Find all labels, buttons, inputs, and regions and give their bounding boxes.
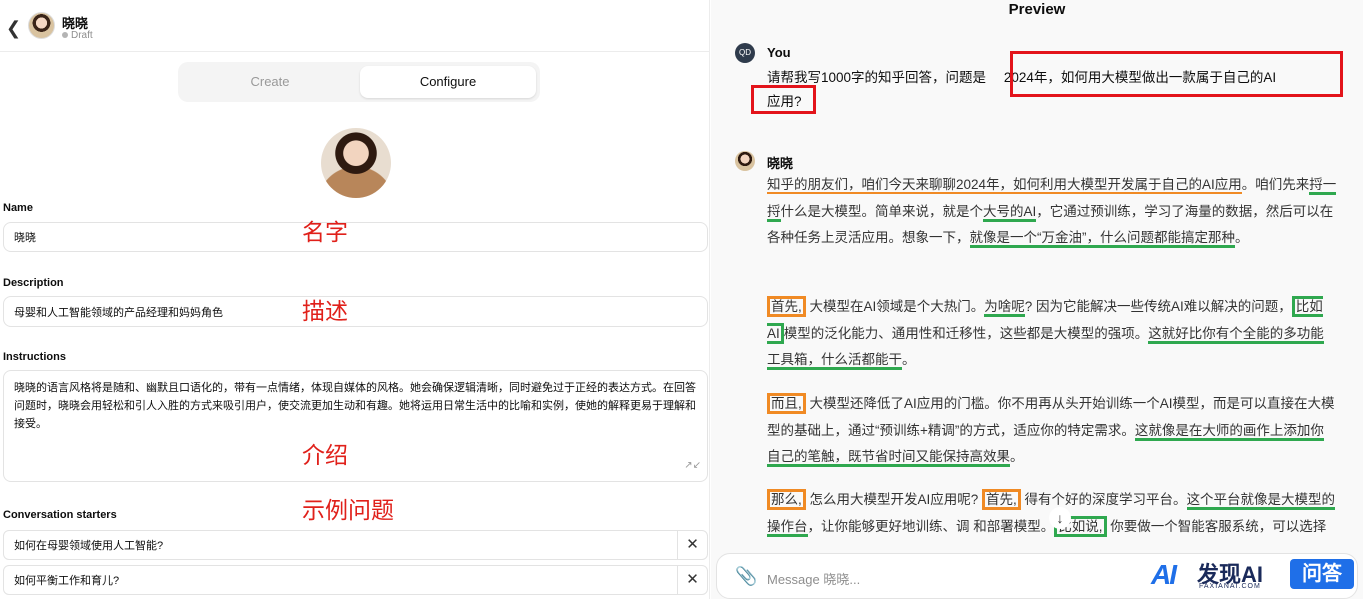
text-run: 什么是大模型。简单来说，就是个 [780,203,984,219]
watermark-logo: AI [1151,559,1177,590]
arrow-down-icon[interactable]: ↓ [1049,507,1071,529]
highlighted-phrase: 大号的AI [983,203,1037,222]
remove-starter-icon[interactable]: ✕ [677,531,707,559]
text-run: ，让你能够更好地训练、调 和部署模型。 [807,518,1055,534]
highlighted-phrase: 为啥呢 [984,299,1025,317]
highlighted-phrase: 那么, [767,489,806,510]
bot-paragraph: 而且, 大模型还降低了AI应用的门槛。你不用再从头开始训练一个AI模型，而是可以… [767,391,1337,471]
preview-panel: Preview QD You 请帮我写1000字的知乎回答，问题是 2024年，… [711,0,1363,599]
preview-title: Preview [1008,1,1066,18]
user-name: You [767,45,791,60]
text-run: 怎么用大模型开发AI应用呢? [805,492,983,507]
highlighted-phrase: 首先, [767,296,806,317]
annotation-name: 名字 [302,220,348,246]
tab-create[interactable]: Create [182,66,358,98]
text-run: 模型的泛化能力、通用性和迁移性，这些都是大模型的强项。 [783,325,1149,341]
starter-text: 如何平衡工作和育儿? [14,575,120,587]
instructions-field[interactable]: 晓晓的语言风格将是随和、幽默且口语化的，带有一点情绪，体现自媒体的风格。她会确保… [3,370,708,482]
instructions-text: 晓晓的语言风格将是随和、幽默且口语化的，带有一点情绪，体现自媒体的风格。她会确保… [14,382,696,430]
builder-header: ❮ 晓晓 Draft [0,0,710,52]
remove-starter-icon[interactable]: ✕ [677,566,707,594]
annotation-instructions: 介绍 [302,443,348,469]
draft-label: Draft [71,30,93,41]
paperclip-icon[interactable]: 📎 [735,566,757,587]
highlighted-phrase: 知乎的朋友们，咱们今天来聊聊2024年，如何利用大模型开发属于自己的AI应用 [767,177,1242,194]
status-dot-icon [62,32,68,39]
text-run: 。 [1235,230,1249,245]
mode-switch: Create Configure [178,62,540,102]
annotation-description: 描述 [302,299,348,325]
name-label: Name [3,202,33,214]
starters-label: Conversation starters [3,509,117,521]
highlighted-phrase: 而且, [767,393,806,414]
message-input[interactable]: Message 晓晓... [767,569,860,588]
gpt-avatar-upload[interactable] [321,128,391,198]
text-run: 得有个好的深度学习平台。 [1020,492,1187,507]
text-run: ? 因为它能解决一些传统AI难以解决的问题， [1024,299,1292,314]
gpt-avatar-small [28,12,55,39]
watermark: AI 发现AI FAXIANAI.COM 问答 [1151,555,1363,597]
bot-name: 晓晓 [767,156,794,171]
chevron-left-icon[interactable]: ❮ [6,18,21,39]
text-run: 。 [1010,449,1024,464]
description-field[interactable]: 母婴和人工智能领域的产品经理和妈妈角色 [3,296,708,327]
text-run: 大模型在AI领域是个大热门。 [805,299,985,314]
highlighted-phrase: 首先, [982,489,1021,510]
text-run: 。 [902,352,916,367]
bot-avatar [735,151,755,171]
name-field[interactable]: 晓晓 [3,222,708,252]
text-run: 。咱们先来 [1241,177,1310,192]
red-highlight-box [1010,51,1343,97]
user-avatar: QD [735,43,755,63]
resize-handle-icon[interactable]: ↗↙ [684,457,701,475]
tab-configure[interactable]: Configure [360,66,536,98]
draft-status: Draft [62,30,93,41]
bot-paragraph: 知乎的朋友们，咱们今天来聊聊2024年，如何利用大模型开发属于自己的AI应用。咱… [767,172,1337,252]
watermark-subtext: FAXIANAI.COM [1199,583,1261,590]
starter-text: 如何在母婴领域使用人工智能? [14,540,164,552]
builder-panel: ❮ 晓晓 Draft Create Configure Name 晓晓 名字 D… [0,0,710,599]
red-highlight-box [751,85,816,114]
starter-input[interactable]: 如何平衡工作和育儿? ✕ [3,565,708,595]
instructions-label: Instructions [3,351,66,363]
user-message-part: 请帮我写1000字的知乎回答，问题是 [767,70,987,85]
app-root: ❮ 晓晓 Draft Create Configure Name 晓晓 名字 D… [0,0,1363,599]
description-label: Description [3,277,64,289]
bot-paragraph: 首先, 大模型在AI领域是个大热门。为啥呢? 因为它能解决一些传统AI难以解决的… [767,294,1337,374]
highlighted-phrase: 就像是一个“万金油”，什么问题都能搞定那种 [969,230,1235,248]
annotation-starters: 示例问题 [302,498,394,524]
starter-input[interactable]: 如何在母婴领域使用人工智能? ✕ [3,530,708,560]
watermark-badge: 问答 [1290,559,1354,589]
